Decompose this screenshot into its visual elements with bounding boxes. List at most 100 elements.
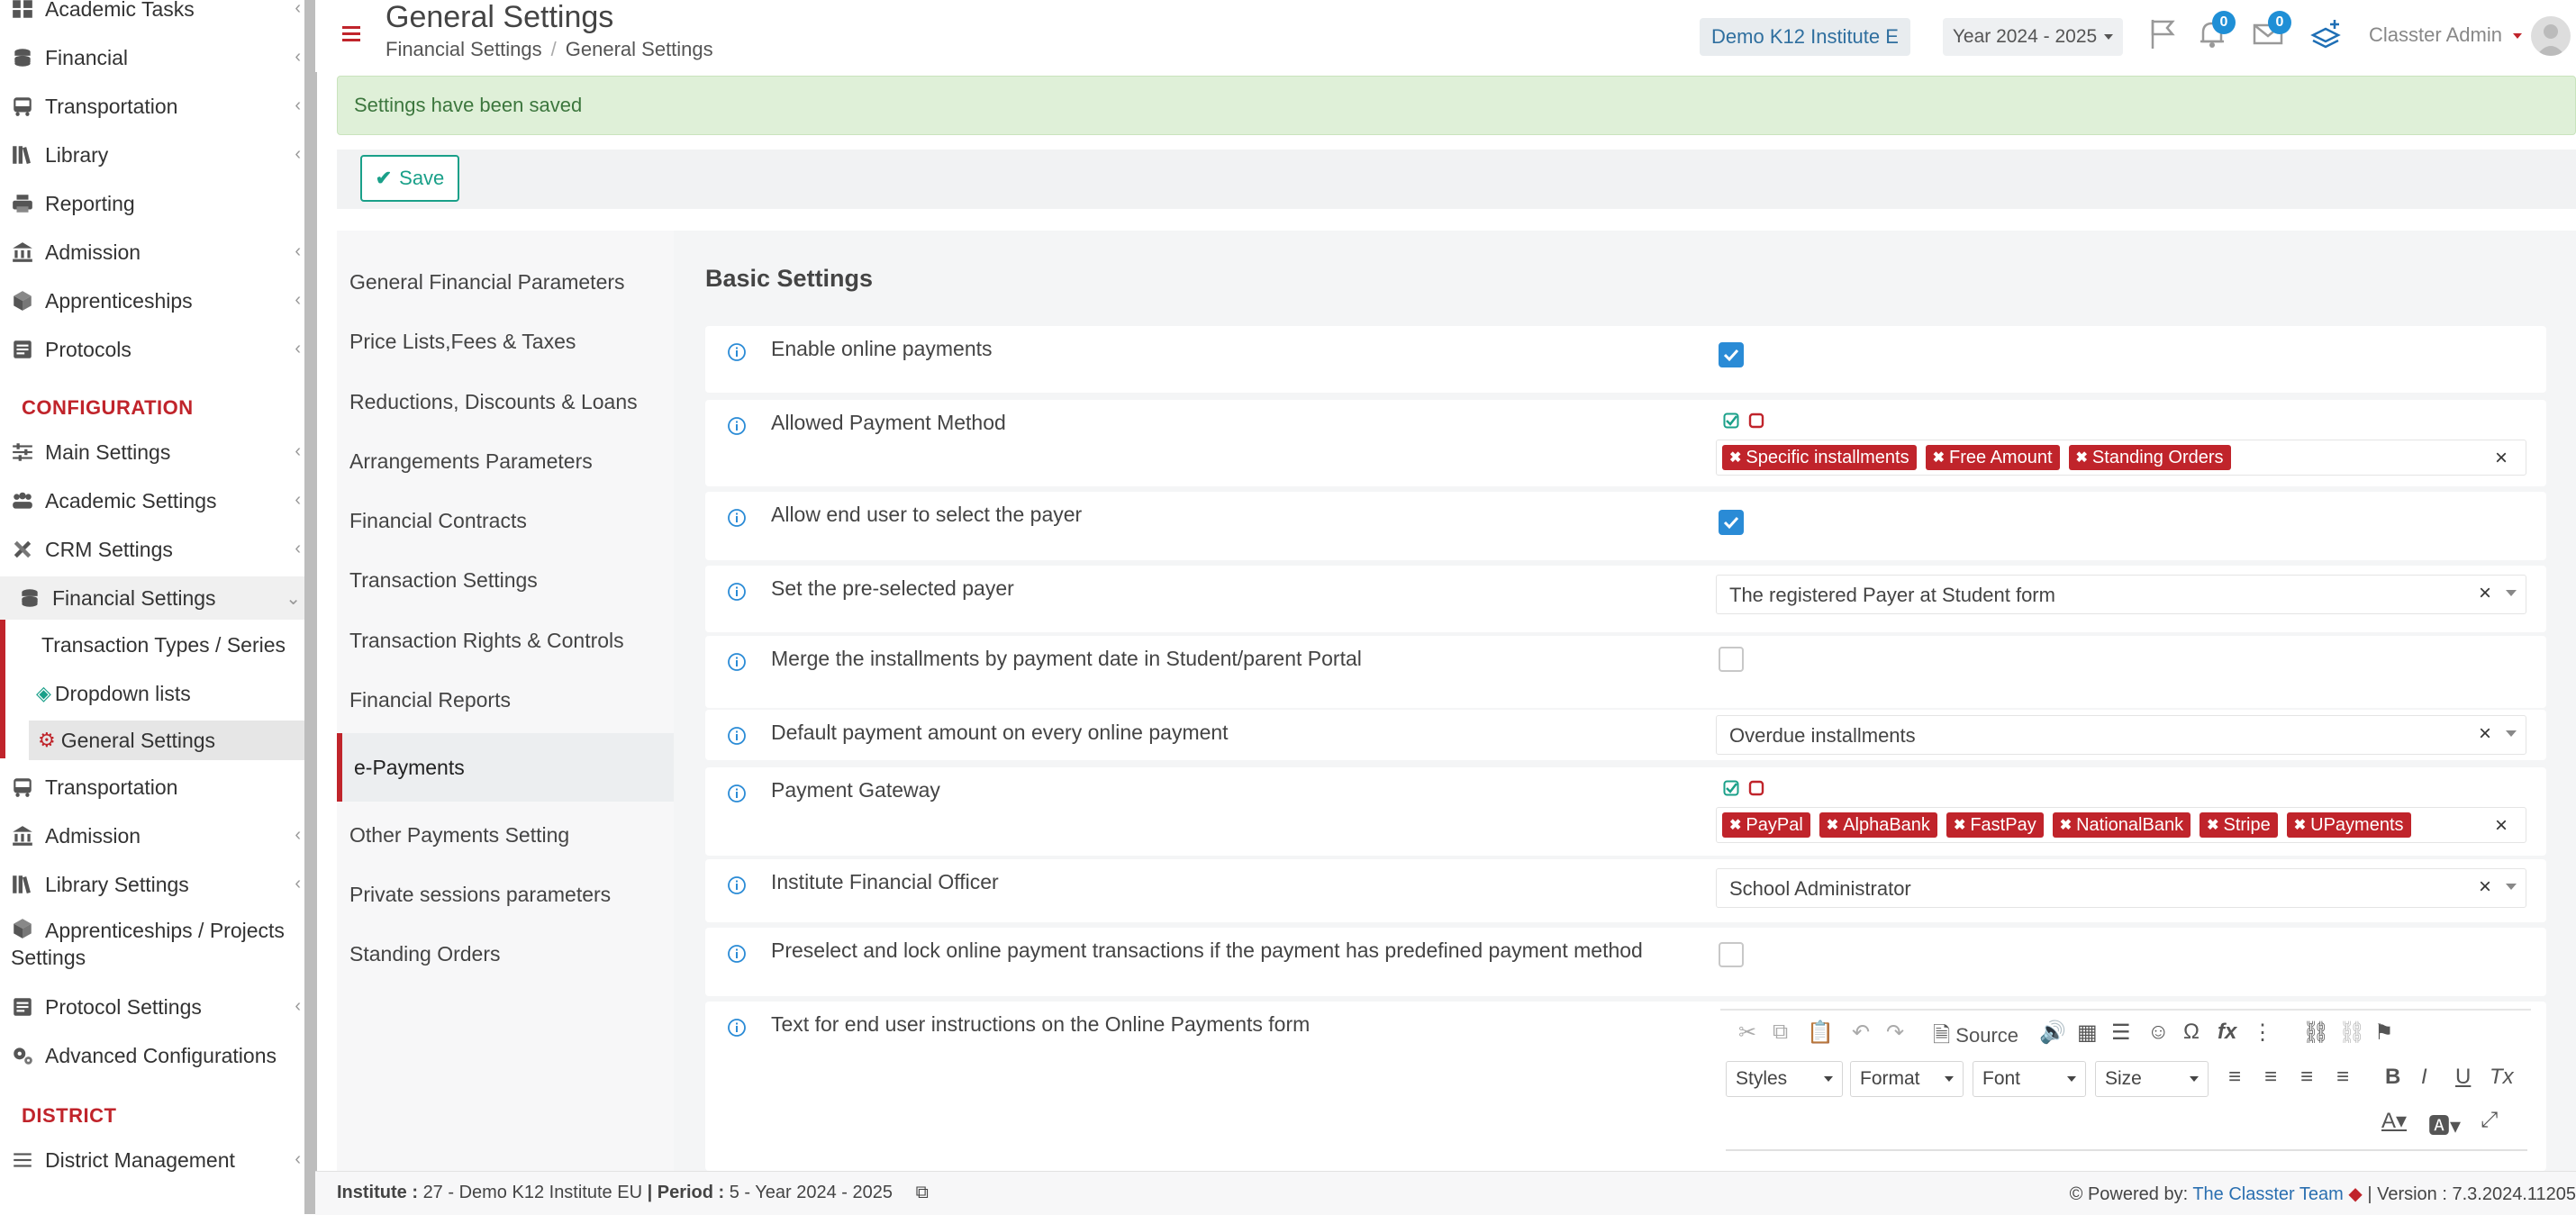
undo-icon[interactable]: ↶ [1852,1020,1870,1046]
sidebar-item-crm-settings[interactable]: CRM Settings ‹ [0,528,304,571]
flag-icon[interactable] [2145,16,2181,52]
sidebar-item-reporting[interactable]: Reporting [0,182,304,225]
sidebar-item-main-settings[interactable]: Main Settings ‹ [0,431,304,474]
preselected-payer-select[interactable]: The registered Payer at Student form × [1716,575,2526,614]
maximize-icon[interactable]: ⤢ [2481,1108,2498,1133]
sidebar-item-protocol-settings[interactable]: Protocol Settings ‹ [0,985,304,1029]
text-color-icon[interactable]: A▾ [2381,1108,2407,1134]
info-icon[interactable] [727,342,747,362]
remove-tag-icon[interactable]: ✖ [1954,816,1965,834]
underline-icon[interactable]: U [2455,1065,2471,1090]
remove-tag-icon[interactable]: ✖ [1933,449,1945,467]
settings-nav-item-active[interactable]: e-Payments [354,756,465,780]
info-icon[interactable] [727,416,747,436]
info-icon[interactable] [727,726,747,746]
default-payment-amount-select[interactable]: Overdue installments × [1716,715,2526,755]
smiley-icon[interactable]: ☺ [2147,1020,2170,1045]
sidebar-item-district-management[interactable]: District Management ‹ [0,1138,304,1182]
remove-tag-icon[interactable]: ✖ [2207,816,2218,834]
tag[interactable]: ✖ AlphaBank [1819,812,1937,838]
sidebar-item-academic-settings[interactable]: Academic Settings ‹ [0,479,304,522]
sidebar-item-library[interactable]: Library ‹ [0,133,304,177]
cut-icon[interactable]: ✂ [1738,1020,1756,1046]
clear-all-icon[interactable]: × [2495,446,2508,471]
formula-icon[interactable]: fx [2218,1020,2236,1045]
size-dropdown[interactable]: Size [2095,1061,2209,1097]
tag[interactable]: ✖ NationalBank [2052,812,2191,838]
merge-installments-checkbox[interactable] [1719,647,1744,672]
align-left-icon[interactable]: ≡ [2228,1065,2241,1090]
sidebar-item-academic-tasks[interactable]: Academic Tasks ‹ [0,0,304,31]
classter-team-link[interactable]: The Classter Team [2192,1184,2343,1204]
remove-tag-icon[interactable]: ✖ [1827,816,1838,834]
breadcrumb-link[interactable]: Financial Settings [385,38,542,60]
sidebar-item-apprenticeships[interactable]: Apprenticeships ‹ [0,279,304,322]
clear-all-icon[interactable]: × [2495,813,2508,839]
remove-tag-icon[interactable]: ✖ [1729,449,1741,467]
payment-gateway-multiselect[interactable]: ✖ PayPal ✖ AlphaBank ✖ FastPay ✖ NationalBank ✖ S… [1716,807,2526,843]
tag[interactable]: ✖ PayPal [1722,812,1810,838]
info-icon[interactable] [727,944,747,964]
settings-nav-item[interactable]: Standing Orders [349,942,500,966]
link-icon[interactable]: ⛓ [2302,1020,2329,1046]
avatar[interactable] [2531,16,2571,56]
settings-nav-item[interactable]: Private sessions parameters [349,883,611,907]
remove-tag-icon[interactable]: ✖ [1729,816,1741,834]
align-justify-icon[interactable]: ≡ [2336,1065,2349,1090]
sidebar-subitem-transaction-types[interactable]: Transaction Types / Series [41,625,286,665]
audio-icon[interactable]: 🔊 [2039,1020,2066,1046]
sidebar-item-apprenticeships-settings[interactable]: Apprenticeships / Projects Settings [0,917,304,971]
sidebar-item-protocols[interactable]: Protocols ‹ [0,328,304,371]
tag[interactable]: ✖ Free Amount [1925,445,2060,470]
enable-online-payments-checkbox[interactable] [1719,342,1744,367]
hamburger-menu-icon[interactable] [340,23,364,45]
copy-icon[interactable]: ⧉ [1773,1020,1788,1045]
sidebar-subitem-dropdown-lists[interactable]: ◈ Dropdown lists [36,674,191,713]
settings-nav-item[interactable]: Reductions, Discounts & Loans [349,390,638,414]
bold-icon[interactable]: B [2385,1065,2400,1090]
format-dropdown[interactable]: Format [1850,1061,1964,1097]
sidebar-item-transportation-settings[interactable]: Transportation [0,766,304,809]
sidebar-item-financial[interactable]: Financial ‹ [0,36,304,79]
sidebar-item-transportation[interactable]: Transportation ‹ [0,85,304,128]
background-color-icon[interactable]: 🅰▾ [2428,1108,2461,1139]
omega-icon[interactable]: Ω [2183,1020,2200,1045]
allowed-payment-method-multiselect[interactable]: ✖ Specific installments ✖ Free Amount ✖ Stand… [1716,440,2526,476]
settings-nav-item[interactable]: General Financial Parameters [349,270,625,295]
financial-officer-select[interactable]: School Administrator × [1716,868,2526,908]
settings-nav-item[interactable]: Other Payments Setting [349,823,569,848]
remove-tag-icon[interactable]: ✖ [2060,816,2072,834]
preselect-lock-checkbox[interactable] [1719,942,1744,967]
sidebar-item-library-settings[interactable]: Library Settings ‹ [0,863,304,906]
info-icon[interactable] [727,875,747,895]
sidebar-item-admission-settings[interactable]: Admission ‹ [0,814,304,857]
sidebar-subitem-general-settings[interactable]: ⚙ General Settings [29,721,304,760]
copy-icon[interactable]: ⧉ [916,1183,929,1202]
select-all-icon[interactable] [1723,780,1739,796]
horizontal-line-icon[interactable]: ☰ [2111,1020,2131,1046]
settings-nav-item[interactable]: Price Lists,Fees & Taxes [349,330,576,354]
info-icon[interactable] [727,582,747,602]
select-all-icon[interactable] [1723,413,1739,429]
tag[interactable]: ✖ Stripe [2200,812,2278,838]
sidebar-item-admission[interactable]: Admission ‹ [0,231,304,274]
align-center-icon[interactable]: ≡ [2264,1065,2277,1090]
settings-nav-item[interactable]: Transaction Rights & Controls [349,629,624,653]
unlink-icon[interactable]: ⛓ [2338,1020,2365,1046]
redo-icon[interactable]: ↷ [1886,1020,1904,1046]
styles-dropdown[interactable]: Styles [1726,1061,1843,1097]
settings-nav-item[interactable]: Arrangements Parameters [349,449,593,474]
font-dropdown[interactable]: Font [1973,1061,2086,1097]
clear-icon[interactable]: × [2479,875,2491,900]
italic-icon[interactable]: I [2421,1065,2427,1090]
settings-nav-item[interactable]: Financial Contracts [349,509,527,533]
sidebar-scrollbar[interactable] [304,0,317,1214]
deselect-all-icon[interactable] [1748,780,1764,796]
deselect-all-icon[interactable] [1748,413,1764,429]
remove-tag-icon[interactable]: ✖ [2294,816,2306,834]
tag[interactable]: ✖ Specific installments [1722,445,1917,470]
align-right-icon[interactable]: ≡ [2300,1065,2313,1090]
sidebar-item-financial-settings[interactable]: Financial Settings ⌄ [0,576,304,620]
clear-format-icon[interactable]: Tx [2490,1065,2514,1090]
tag[interactable]: ✖ FastPay [1946,812,2044,838]
